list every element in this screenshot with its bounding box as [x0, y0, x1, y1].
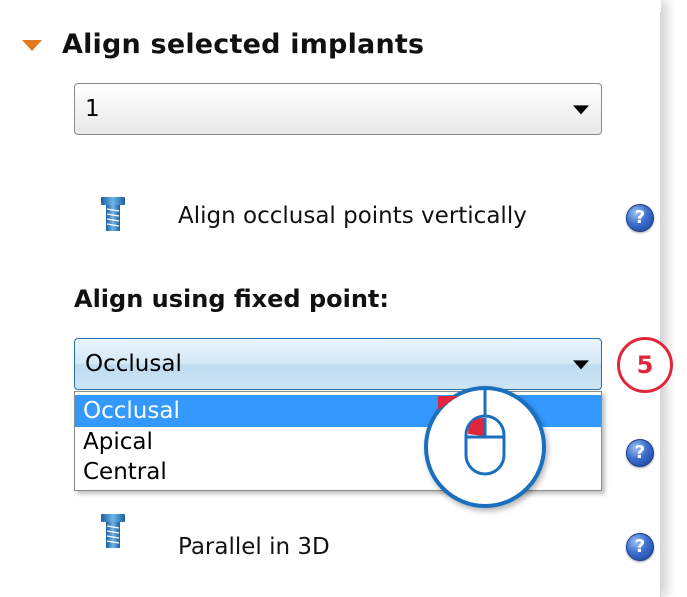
- chevron-down-icon[interactable]: [573, 360, 589, 370]
- fixed-point-select-value: Occlusal: [85, 351, 182, 377]
- help-icon[interactable]: ?: [626, 533, 654, 561]
- mouse-left-click-icon: [438, 390, 506, 476]
- triangle-down-icon[interactable]: [22, 39, 42, 51]
- fixed-point-title: Align using fixed point:: [74, 285, 389, 313]
- parallel-3d-label: Parallel in 3D: [178, 534, 330, 560]
- align-occlusal-row[interactable]: Align occlusal points vertically: [178, 203, 527, 229]
- step-badge: 5: [617, 337, 673, 393]
- chevron-down-icon[interactable]: [573, 105, 589, 115]
- screw-icon: [101, 197, 125, 231]
- section-header[interactable]: Align selected implants: [22, 24, 424, 64]
- implant-select-value: 1: [85, 96, 100, 122]
- help-icon[interactable]: ?: [626, 439, 654, 467]
- align-occlusal-label: Align occlusal points vertically: [178, 203, 527, 229]
- help-icon[interactable]: ?: [626, 204, 654, 232]
- implant-select[interactable]: 1: [74, 83, 602, 135]
- section-title: Align selected implants: [62, 28, 425, 60]
- parallel-3d-row[interactable]: Parallel in 3D: [178, 534, 330, 560]
- fixed-point-select[interactable]: Occlusal: [74, 338, 602, 390]
- screw-icon: [101, 514, 125, 548]
- mouse-click-callout: [424, 386, 546, 508]
- panel-divider: [660, 12, 661, 597]
